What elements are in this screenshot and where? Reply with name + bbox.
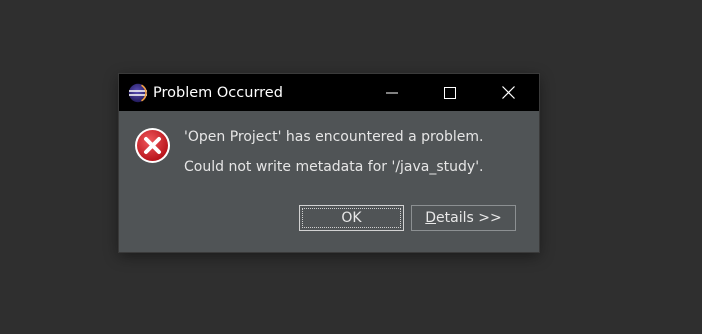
details-button-label: etails >> — [436, 210, 502, 226]
error-icon — [134, 127, 171, 164]
details-mnemonic: D — [425, 210, 437, 226]
error-detail: Could not write metadata for '/java_stud… — [184, 159, 484, 175]
error-headline: 'Open Project' has encountered a problem… — [184, 129, 484, 145]
minimize-button[interactable] — [363, 74, 421, 111]
maximize-button[interactable] — [421, 74, 479, 111]
title-bar[interactable]: Problem Occurred — [119, 74, 539, 111]
problem-dialog: Problem Occurred 'Open Project' has enco… — [119, 74, 539, 252]
eclipse-icon — [128, 83, 148, 103]
details-button[interactable]: Details >> — [411, 205, 516, 231]
maximize-icon — [444, 86, 456, 99]
window-title: Problem Occurred — [153, 85, 283, 101]
ok-button-label: OK — [341, 210, 362, 226]
minimize-icon — [386, 87, 398, 99]
close-button[interactable] — [479, 74, 537, 111]
desktop-background: Problem Occurred 'Open Project' has enco… — [0, 0, 702, 334]
close-icon — [501, 86, 515, 99]
ok-button[interactable]: OK — [299, 205, 404, 231]
